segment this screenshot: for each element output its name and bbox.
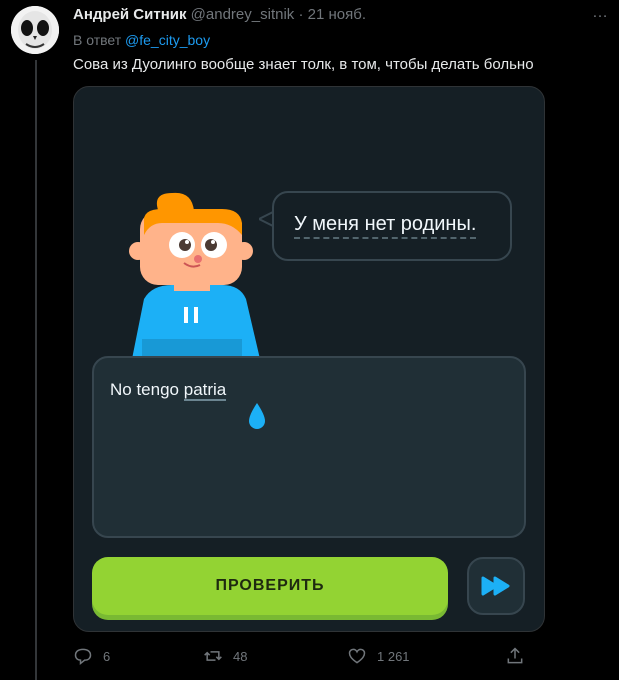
reply-prefix: В ответ (73, 32, 122, 48)
teardrop-icon (249, 403, 265, 429)
check-button-label: ПРОВЕРИТЬ (215, 577, 325, 594)
share-action[interactable] (505, 646, 525, 666)
avatar-skull-image (11, 6, 59, 54)
check-button[interactable]: ПРОВЕРИТЬ (92, 557, 448, 615)
prompt-sentence[interactable]: У меня нет родины. (294, 213, 477, 239)
like-count: 1 261 (377, 648, 410, 664)
like-action[interactable]: 1 261 (347, 646, 410, 666)
tweet-actions: 6 48 1 261 (73, 646, 553, 668)
share-icon (507, 647, 523, 664)
author-handle[interactable]: @andrey_sitnik (191, 6, 295, 23)
reply-mention-link[interactable]: @fe_city_boy (125, 32, 210, 48)
more-options-icon[interactable]: … (592, 4, 609, 22)
reply-count: 6 (103, 648, 111, 664)
avatar[interactable] (11, 6, 59, 54)
answer-highlighted-word: patria (183, 380, 227, 401)
thread-line (35, 60, 37, 680)
attached-image-card[interactable]: У меня нет родины. No tengo patria ПРОВЕ… (73, 86, 545, 632)
reply-icon (74, 648, 92, 666)
duolingo-character-image (122, 189, 262, 359)
fast-forward-icon (481, 576, 510, 596)
speed-button[interactable] (467, 557, 525, 615)
reply-context: В ответ @fe_city_boy (73, 32, 210, 48)
answer-prefix: No tengo (110, 380, 184, 399)
retweet-icon (204, 651, 222, 661)
retweet-count: 48 (233, 648, 248, 664)
answer-textarea[interactable]: No tengo patria (92, 356, 526, 538)
tweet-header: Андрей Ситник @andrey_sitnik · 21 нояб. (73, 6, 366, 23)
separator-dot: · (298, 6, 304, 23)
reply-action[interactable]: 6 (73, 646, 110, 666)
heart-icon (348, 648, 366, 664)
retweet-action[interactable]: 48 (203, 646, 247, 666)
tweet-date[interactable]: 21 нояб. (308, 6, 366, 23)
tweet-text: Сова из Дуолинго вообще знает толк, в то… (73, 56, 534, 73)
author-name[interactable]: Андрей Ситник (73, 6, 187, 23)
answer-text: No tengo patria (110, 380, 227, 401)
speech-bubble: У меня нет родины. (272, 191, 512, 261)
